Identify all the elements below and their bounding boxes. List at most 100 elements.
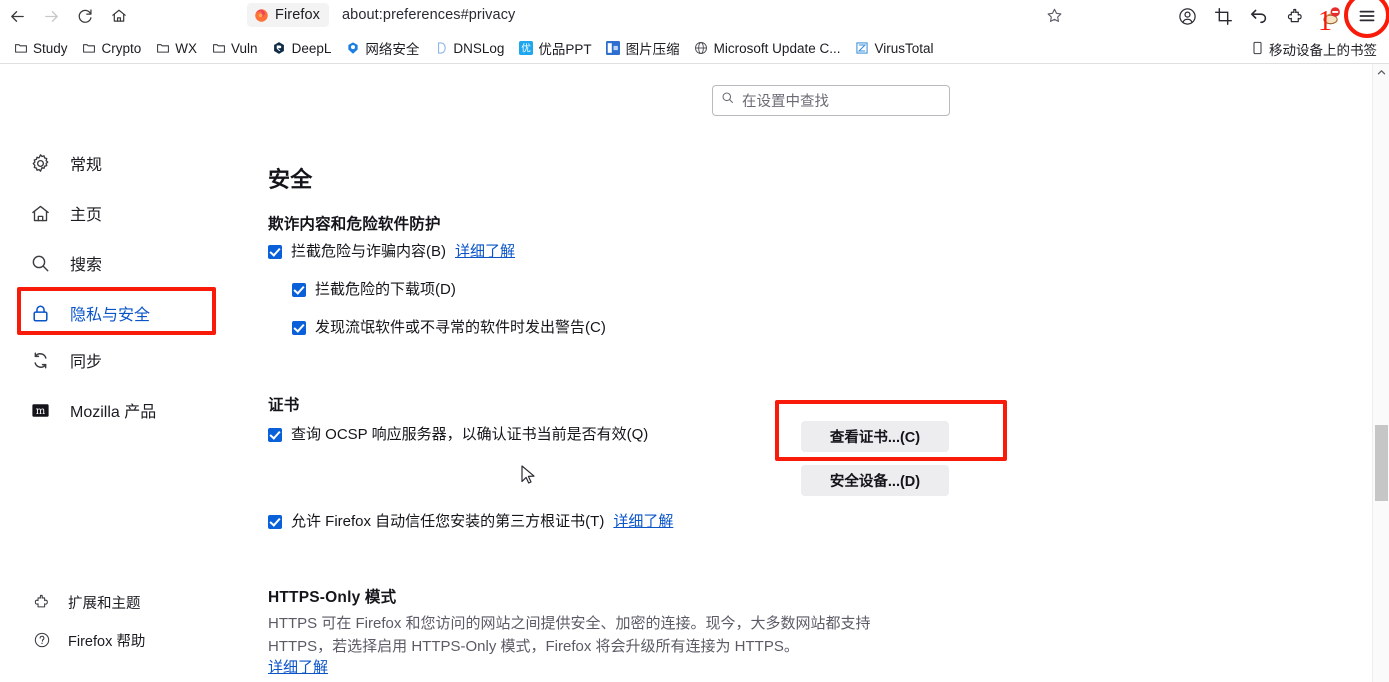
ocsp-row[interactable]: 查询 OCSP 响应服务器，以确认证书当前是否有效(Q)	[268, 425, 648, 445]
sidebar-item-label: 扩展和主题	[68, 595, 141, 612]
address-bar[interactable]: Firefox about:preferences#privacy	[247, 0, 515, 30]
view-certificates-button[interactable]: 查看证书...(C)	[801, 421, 949, 452]
annotation-step-number: 1	[1318, 6, 1332, 37]
warn-unwanted-software-label: 发现流氓软件或不寻常的软件时发出警告(C)	[315, 319, 606, 336]
bookmark-item[interactable]: VirusTotal	[847, 39, 940, 58]
learn-more-link[interactable]: 详细了解	[455, 242, 515, 262]
home-icon	[28, 201, 52, 225]
sidebar-item-search[interactable]: 搜索	[28, 248, 102, 278]
sidebar-item-home[interactable]: 主页	[28, 198, 102, 228]
browser-window: Firefox about:preferences#privacy Study …	[0, 0, 1389, 682]
puzzle-icon	[32, 592, 52, 612]
bookmark-item[interactable]: 网络安全	[338, 36, 426, 60]
toolbar-right-icons	[1169, 0, 1385, 32]
back-arrow-icon[interactable]	[0, 1, 34, 31]
bookmark-label: 网络安全	[365, 42, 420, 57]
learn-more-link[interactable]: 详细了解	[268, 658, 328, 678]
search-input[interactable]: 在设置中查找	[712, 85, 950, 116]
sidebar-item-mozilla-products[interactable]: m Mozilla 产品	[28, 395, 156, 425]
mobile-icon	[1251, 41, 1264, 58]
image-compress-icon	[606, 41, 621, 56]
search-icon	[28, 251, 52, 275]
deepl-icon	[272, 41, 287, 56]
star-icon[interactable]	[1040, 2, 1068, 28]
bookmark-item[interactable]: Vuln	[204, 39, 265, 58]
bookmark-label: DeepL	[291, 40, 332, 56]
bookmark-item[interactable]: 优 优品PPT	[511, 36, 598, 60]
bookmark-label: Microsoft Update C...	[713, 40, 841, 56]
deceptive-content-heading: 欺诈内容和危险软件防护	[268, 216, 441, 233]
search-icon	[721, 91, 735, 110]
forward-arrow-icon[interactable]	[34, 1, 68, 31]
screenshot-icon[interactable]	[1205, 1, 1241, 31]
https-only-heading: HTTPS-Only 模式	[268, 589, 397, 606]
identity-chip-label: Firefox	[275, 7, 321, 23]
preferences-page: 在设置中查找 常规 主页 搜索 隐私与安全 同步 m Mozilla 产品 扩展…	[0, 64, 1389, 682]
sidebar-item-general[interactable]: 常规	[28, 148, 102, 178]
sidebar-item-sync[interactable]: 同步	[28, 345, 102, 375]
svg-text:优: 优	[521, 43, 531, 55]
mobile-bookmarks-item[interactable]: 移动设备上的书签	[1245, 37, 1383, 61]
reload-icon[interactable]	[68, 1, 102, 31]
bookmark-item[interactable]: Study	[6, 39, 75, 58]
dnslog-icon	[433, 41, 448, 56]
preferences-sidebar: 常规 主页 搜索 隐私与安全 同步 m Mozilla 产品 扩展和主题 Fir…	[0, 64, 250, 682]
bookmark-item[interactable]: DNSLog	[426, 39, 511, 58]
find-in-settings[interactable]: 在设置中查找	[712, 85, 950, 116]
extension-puzzle-icon[interactable]	[1277, 1, 1313, 31]
sidebar-item-label: 常规	[70, 157, 103, 174]
sidebar-item-firefox-help[interactable]: Firefox 帮助	[32, 625, 145, 655]
sidebar-item-privacy-security[interactable]: 隐私与安全	[28, 298, 150, 328]
bookmark-label: 图片压缩	[625, 42, 680, 57]
sidebar-item-label: Firefox 帮助	[68, 633, 146, 650]
ocsp-checkbox[interactable]	[268, 428, 282, 442]
certificates-heading: 证书	[268, 397, 300, 414]
sidebar-item-extensions-themes[interactable]: 扩展和主题	[32, 587, 141, 617]
bookmark-label: Study	[33, 40, 68, 56]
undo-arrow-icon[interactable]	[1241, 1, 1277, 31]
sidebar-item-label: 主页	[70, 207, 103, 224]
site-icon	[345, 41, 360, 56]
sync-icon	[28, 348, 52, 372]
vertical-scrollbar[interactable]	[1372, 64, 1389, 682]
block-dangerous-content-row[interactable]: 拦截危险与诈骗内容(B) 详细了解	[268, 242, 515, 262]
home-icon[interactable]	[102, 1, 136, 31]
learn-more-link[interactable]: 详细了解	[613, 512, 673, 532]
page-title: 安全	[268, 167, 313, 192]
scroll-up-arrow-icon[interactable]	[1373, 64, 1389, 80]
bookmark-item[interactable]: Microsoft Update C...	[687, 39, 848, 58]
sidebar-item-label: 隐私与安全	[70, 307, 151, 324]
block-dangerous-downloads-checkbox[interactable]	[292, 283, 306, 297]
account-icon[interactable]	[1169, 1, 1205, 31]
hamburger-menu-icon[interactable]	[1349, 1, 1385, 31]
block-dangerous-downloads-label: 拦截危险的下载项(D)	[315, 281, 456, 298]
third-party-certs-row[interactable]: 允许 Firefox 自动信任您安装的第三方根证书(T) 详细了解	[268, 512, 673, 532]
block-dangerous-content-checkbox[interactable]	[268, 245, 282, 259]
https-only-description-line2: HTTPS，若选择启用 HTTPS-Only 模式，Firefox 将会升级所有…	[268, 638, 799, 655]
bookmark-item[interactable]: Crypto	[75, 39, 149, 58]
bookmark-item[interactable]: DeepL	[265, 39, 339, 58]
ppt-icon: 优	[518, 41, 533, 56]
warn-unwanted-software-checkbox[interactable]	[292, 321, 306, 335]
block-dangerous-downloads-row[interactable]: 拦截危险的下载项(D)	[292, 280, 456, 300]
bookmark-label: DNSLog	[453, 40, 505, 56]
sidebar-item-label: 搜索	[70, 257, 103, 274]
bookmark-label: WX	[175, 40, 198, 56]
lock-icon	[28, 301, 52, 325]
url-text[interactable]: about:preferences#privacy	[342, 7, 515, 23]
security-devices-button[interactable]: 安全设备...(D)	[801, 465, 949, 496]
firefox-identity-chip[interactable]: Firefox	[247, 3, 330, 27]
folder-icon	[155, 41, 170, 56]
sidebar-item-label: Mozilla 产品	[70, 404, 157, 421]
third-party-certs-checkbox[interactable]	[268, 515, 282, 529]
warn-unwanted-software-row[interactable]: 发现流氓软件或不寻常的软件时发出警告(C)	[292, 318, 606, 338]
mouse-cursor	[521, 465, 535, 484]
bookmark-label: Vuln	[231, 40, 258, 56]
scrollbar-thumb[interactable]	[1375, 425, 1388, 501]
bookmark-item[interactable]: 图片压缩	[599, 36, 687, 60]
virustotal-icon	[854, 41, 869, 56]
mobile-bookmarks-label: 移动设备上的书签	[1269, 43, 1377, 58]
firefox-logo-icon	[255, 8, 268, 22]
bookmark-item[interactable]: WX	[148, 39, 204, 58]
sidebar-item-label: 同步	[70, 354, 103, 371]
